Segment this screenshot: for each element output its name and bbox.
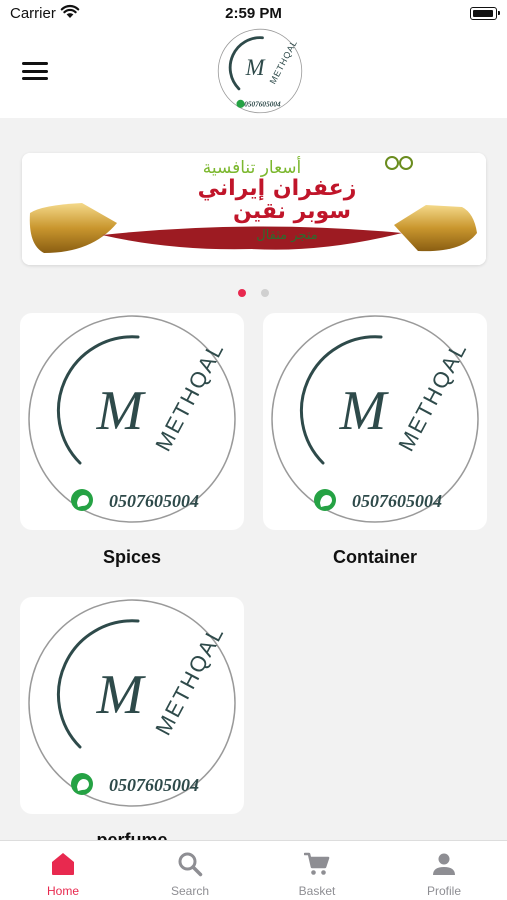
status-bar: Carrier 2:59 PM <box>0 0 507 28</box>
tab-label: Search <box>170 884 210 898</box>
pagination-dot[interactable] <box>238 289 247 297</box>
banner-line3: سوبر نقين <box>233 199 351 224</box>
menu-button[interactable] <box>22 62 48 82</box>
category-logo: M METHQAL 0507605004 <box>271 315 479 523</box>
category-card-spices[interactable]: M METHQAL 0507605004 <box>20 313 244 530</box>
banner-line1: أسعار تنافسية <box>203 156 302 178</box>
category-label[interactable]: Container <box>263 547 487 568</box>
tab-label: Profile <box>426 884 461 898</box>
menu-icon <box>22 62 48 65</box>
promo-banner[interactable]: أسعار تنافسية زعفران إيراني سوبر نقين مت… <box>22 153 486 265</box>
brand-logo: M METHQAL 0507605004 <box>217 28 303 114</box>
tab-basket[interactable]: Basket <box>254 841 380 900</box>
home-icon <box>52 853 74 875</box>
svg-text:0507605004: 0507605004 <box>109 491 199 511</box>
tab-search[interactable]: Search <box>127 841 253 900</box>
cart-icon <box>304 852 330 875</box>
svg-text:M: M <box>96 664 147 726</box>
person-icon <box>433 853 455 875</box>
clock-label: 2:59 PM <box>225 5 282 22</box>
tab-label: Home <box>46 884 79 898</box>
battery-icon <box>470 7 500 20</box>
category-label[interactable]: Spices <box>20 547 244 568</box>
bottom-tab-bar: Home Search Basket Profile <box>0 840 507 900</box>
pagination-dot[interactable] <box>260 289 269 297</box>
banner-line2: زعفران إيراني <box>198 176 357 201</box>
tab-home[interactable]: Home <box>0 841 126 900</box>
category-logo: M METHQAL 0507605004 <box>28 315 236 523</box>
app-header: M METHQAL 0507605004 <box>0 28 507 118</box>
svg-text:0507605004: 0507605004 <box>352 491 442 511</box>
tab-label: Basket <box>298 884 336 898</box>
category-logo: M METHQAL 0507605004 <box>28 599 236 807</box>
search-icon <box>178 852 203 877</box>
svg-text:M: M <box>339 380 390 442</box>
banner-pagination <box>0 284 507 302</box>
category-card-container[interactable]: M METHQAL 0507605004 <box>263 313 487 530</box>
banner-line4: متجر مثقال <box>256 228 317 243</box>
category-card-perfume[interactable]: M METHQAL 0507605004 <box>20 597 244 814</box>
svg-text:M: M <box>96 380 147 442</box>
svg-text:M: M <box>245 55 266 80</box>
tab-profile[interactable]: Profile <box>381 841 507 900</box>
svg-text:0507605004: 0507605004 <box>244 101 281 109</box>
svg-text:0507605004: 0507605004 <box>109 775 199 795</box>
